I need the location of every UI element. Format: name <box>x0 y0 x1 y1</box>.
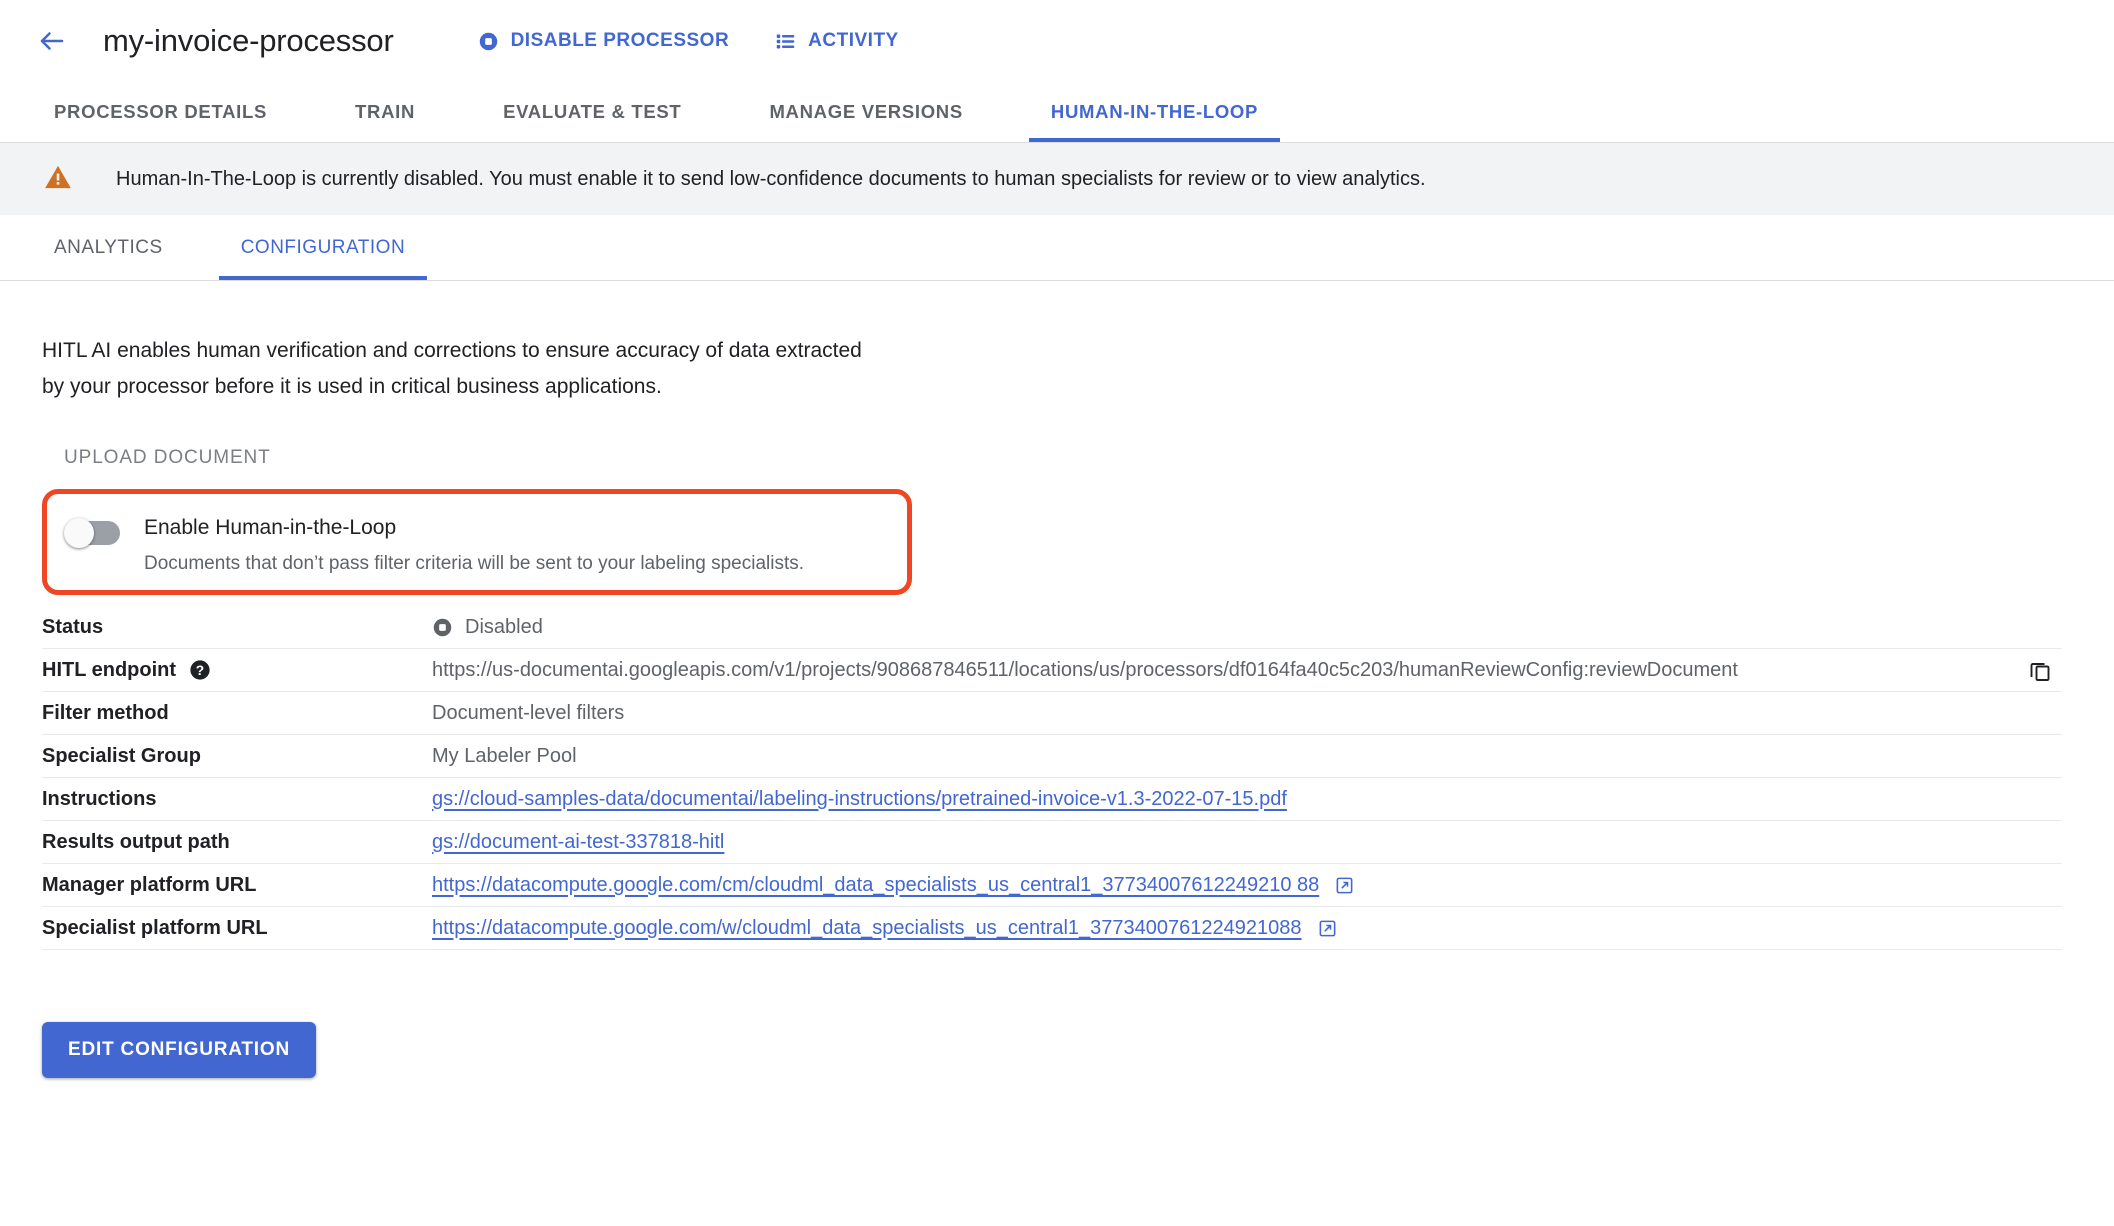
status-badge: Disabled <box>465 615 543 638</box>
activity-label: ACTIVITY <box>808 30 899 51</box>
row-label-text: Manager platform URL <box>42 873 257 896</box>
toggle-subtitle: Documents that don’t pass filter criteri… <box>144 553 805 574</box>
intro-line-2: by your processor before it is used in c… <box>42 375 662 398</box>
row-label-text: Instructions <box>42 787 157 810</box>
row-value: https://us-documentai.googleapis.com/v1/… <box>432 658 2062 682</box>
subtab-label: CONFIGURATION <box>240 236 406 258</box>
table-row-hitl-endpoint: HITL endpoint ? https://us-documentai.go… <box>42 649 2062 692</box>
enable-hitl-card: Enable Human-in-the-Loop Documents that … <box>42 489 912 595</box>
actions-row: EDIT CONFIGURATION <box>0 1022 2114 1078</box>
subtab-analytics[interactable]: ANALYTICS <box>32 215 185 280</box>
row-value: Document-level filters <box>432 702 2062 725</box>
row-label: Instructions <box>42 788 432 811</box>
tab-label: EVALUATE & TEST <box>503 101 682 122</box>
row-value: https://datacompute.google.com/cm/cloudm… <box>432 874 2062 897</box>
enable-hitl-toggle[interactable] <box>64 518 120 548</box>
filter-method-value: Document-level filters <box>432 701 625 724</box>
table-row-manager-platform-url: Manager platform URL https://datacompute… <box>42 864 2062 907</box>
tab-label: PROCESSOR DETAILS <box>54 101 268 122</box>
subtab-label: ANALYTICS <box>54 236 163 258</box>
warning-triangle-icon <box>44 164 72 195</box>
row-label-text: Specialist platform URL <box>42 916 268 939</box>
sub-tab-strip: ANALYTICS CONFIGURATION <box>0 215 2114 281</box>
row-value: My Labeler Pool <box>432 745 2062 768</box>
tab-label: HUMAN-IN-THE-LOOP <box>1050 101 1259 122</box>
toggle-text-group: Enable Human-in-the-Loop Documents that … <box>144 515 804 576</box>
row-value: gs://document-ai-test-337818-hitl <box>432 831 2062 854</box>
row-label: HITL endpoint ? <box>42 659 432 682</box>
main-tab-strip: PROCESSOR DETAILS TRAIN EVALUATE & TEST … <box>0 82 2114 143</box>
stop-circle-icon <box>478 31 499 52</box>
help-icon[interactable]: ? <box>189 659 211 681</box>
specialist-group-value: My Labeler Pool <box>432 744 577 767</box>
edit-configuration-button[interactable]: EDIT CONFIGURATION <box>42 1022 316 1078</box>
table-row-filter-method: Filter method Document-level filters <box>42 692 2062 735</box>
row-label-text: Filter method <box>42 701 169 724</box>
row-label-text: HITL endpoint <box>42 658 177 681</box>
external-link-icon[interactable] <box>1335 876 1354 895</box>
list-icon <box>775 31 796 52</box>
external-link-icon[interactable] <box>1318 919 1337 938</box>
row-label: Specialist platform URL <box>42 917 432 940</box>
subtab-configuration[interactable]: CONFIGURATION <box>218 215 428 280</box>
instructions-link[interactable]: gs://cloud-samples-data/documentai/label… <box>432 788 1287 811</box>
table-row-results-output-path: Results output path gs://document-ai-tes… <box>42 821 2062 864</box>
table-row-instructions: Instructions gs://cloud-samples-data/doc… <box>42 778 2062 821</box>
top-bar-actions: DISABLE PROCESSOR ACTIVITY <box>478 30 899 52</box>
tab-label: TRAIN <box>355 101 416 122</box>
disable-processor-button[interactable]: DISABLE PROCESSOR <box>478 30 730 52</box>
row-label: Status <box>42 616 432 639</box>
row-label-text: Specialist Group <box>42 744 201 767</box>
table-row-specialist-group: Specialist Group My Labeler Pool <box>42 735 2062 778</box>
row-label-text: Results output path <box>42 830 230 853</box>
activity-button[interactable]: ACTIVITY <box>775 30 899 52</box>
intro-line-1: HITL AI enables human verification and c… <box>42 339 862 362</box>
row-label: Filter method <box>42 702 432 725</box>
row-value: https://datacompute.google.com/w/cloudml… <box>432 917 2062 940</box>
hitl-endpoint-value: https://us-documentai.googleapis.com/v1/… <box>432 658 1738 681</box>
row-label: Manager platform URL <box>42 874 432 897</box>
stop-circle-icon <box>432 617 453 638</box>
configuration-panel: HITL AI enables human verification and c… <box>0 333 2114 950</box>
warning-banner: Human-In-The-Loop is currently disabled.… <box>0 143 2114 215</box>
back-arrow-icon[interactable] <box>30 19 74 63</box>
top-app-bar: my-invoice-processor DISABLE PROCESSOR A… <box>0 0 2114 82</box>
tab-manage-versions[interactable]: MANAGE VERSIONS <box>747 82 984 142</box>
tab-label: MANAGE VERSIONS <box>769 101 963 122</box>
disable-processor-label: DISABLE PROCESSOR <box>510 30 730 51</box>
svg-text:?: ? <box>196 663 204 678</box>
row-label-text: Status <box>42 615 104 638</box>
specialist-platform-url-link[interactable]: https://datacompute.google.com/w/cloudml… <box>432 917 1302 940</box>
upload-document-button[interactable]: UPLOAD DOCUMENT <box>64 447 271 469</box>
tab-processor-details[interactable]: PROCESSOR DETAILS <box>32 82 289 142</box>
row-value: gs://cloud-samples-data/documentai/label… <box>432 788 2062 811</box>
tab-human-in-the-loop[interactable]: HUMAN-IN-THE-LOOP <box>1028 82 1281 142</box>
warning-banner-text: Human-In-The-Loop is currently disabled.… <box>116 167 1426 190</box>
copy-icon[interactable] <box>2028 658 2062 682</box>
page-title: my-invoice-processor <box>103 23 394 58</box>
row-label: Specialist Group <box>42 745 432 768</box>
tab-train[interactable]: TRAIN <box>333 82 437 142</box>
row-value: Disabled <box>432 616 2062 639</box>
results-output-path-link[interactable]: gs://document-ai-test-337818-hitl <box>432 831 724 854</box>
table-row-status: Status Disabled <box>42 606 2062 649</box>
row-label: Results output path <box>42 831 432 854</box>
configuration-details-table: Status Disabled HITL endpoint ? https://… <box>42 606 2062 950</box>
tab-evaluate-and-test[interactable]: EVALUATE & TEST <box>481 82 703 142</box>
enable-hitl-row: Enable Human-in-the-Loop Documents that … <box>42 489 912 595</box>
manager-platform-url-link[interactable]: https://datacompute.google.com/cm/cloudm… <box>432 874 1319 897</box>
toggle-title: Enable Human-in-the-Loop <box>144 516 397 539</box>
toggle-knob <box>64 518 94 548</box>
table-row-specialist-platform-url: Specialist platform URL https://datacomp… <box>42 907 2062 950</box>
intro-text: HITL AI enables human verification and c… <box>42 333 982 405</box>
